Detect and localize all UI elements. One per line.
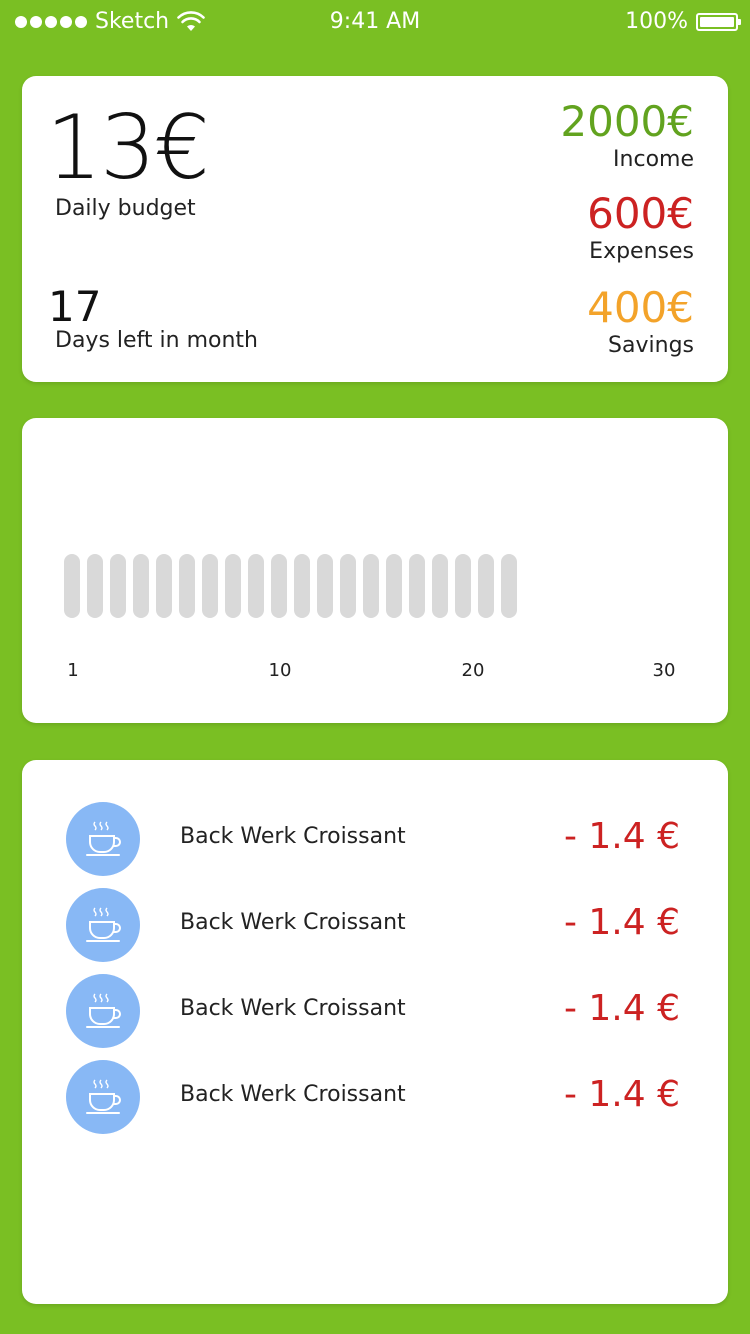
day-tick-20: 20 [461,660,485,681]
transaction-avatar [66,888,140,962]
coffee-cup-icon [86,993,121,1028]
day-tick-1: 1 [67,660,79,681]
day-bar [317,554,333,618]
battery-fill [700,16,734,27]
day-tick-10: 10 [268,660,292,681]
coffee-cup-icon [86,1079,121,1114]
budget-summary-card: 13€ Daily budget 17 Days left in month 2… [22,76,728,382]
daily-budget-label: Daily budget [55,196,196,221]
day-bar [409,554,425,618]
day-bar [271,554,287,618]
transaction-row[interactable]: Back Werk Croissant - 1.4 € [22,1060,728,1136]
day-bar [294,554,310,618]
transaction-name: Back Werk Croissant [180,824,406,849]
transaction-row[interactable]: Back Werk Croissant - 1.4 € [22,974,728,1050]
transaction-amount: - 1.4 € [563,1074,680,1115]
transaction-amount: - 1.4 € [563,902,680,943]
transactions-card: Back Werk Croissant - 1.4 € Back Werk Cr… [22,760,728,1304]
status-right: 100% [625,9,741,34]
transaction-avatar [66,1060,140,1134]
transaction-avatar [66,802,140,876]
savings-stat: 400€ Savings [587,284,694,360]
expenses-value: 600€ [587,189,694,238]
coffee-cup-icon [86,821,121,856]
transaction-name: Back Werk Croissant [180,910,406,935]
day-bar [432,554,448,618]
expenses-stat: 600€ Expenses [587,190,694,266]
day-bar [179,554,195,618]
day-bar [248,554,264,618]
daily-spending-chart-card: 1 10 20 30 [22,418,728,723]
savings-label: Savings [608,333,694,358]
day-bar [363,554,379,618]
daily-budget-value: 13€ [46,96,210,199]
transaction-row[interactable]: Back Werk Croissant - 1.4 € [22,802,728,878]
day-bar [110,554,126,618]
day-bar [225,554,241,618]
transaction-row[interactable]: Back Werk Croissant - 1.4 € [22,888,728,964]
transaction-amount: - 1.4 € [563,816,680,857]
coffee-cup-icon [86,907,121,942]
day-bar [478,554,494,618]
day-bar [133,554,149,618]
battery-icon [696,12,741,31]
battery-percentage: 100% [625,9,688,34]
transaction-name: Back Werk Croissant [180,996,406,1021]
day-bar [501,554,517,618]
day-bar [340,554,356,618]
income-label: Income [613,147,694,172]
transaction-avatar [66,974,140,1048]
days-left-value: 17 [48,282,102,331]
savings-value: 400€ [587,283,694,332]
transaction-name: Back Werk Croissant [180,1082,406,1107]
day-tick-30: 30 [652,660,676,681]
day-bar [202,554,218,618]
day-bar [156,554,172,618]
expenses-label: Expenses [589,239,694,264]
day-bar [386,554,402,618]
transaction-amount: - 1.4 € [563,988,680,1029]
day-bar [64,554,80,618]
status-bar: Sketch 9:41 AM 100% [0,0,750,44]
days-left-label: Days left in month [55,328,258,353]
daily-bars [64,554,517,618]
day-bar [87,554,103,618]
income-value: 2000€ [560,97,694,146]
income-stat: 2000€ Income [560,98,694,174]
day-bar [455,554,471,618]
